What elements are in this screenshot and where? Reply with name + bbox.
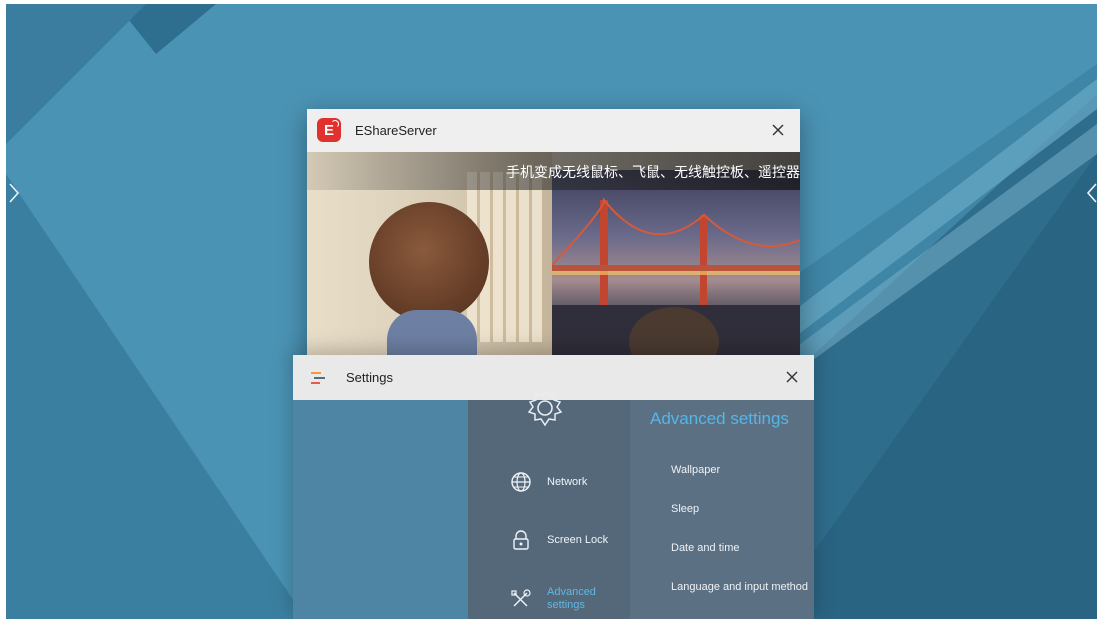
chevron-right-icon bbox=[9, 183, 20, 203]
globe-icon bbox=[508, 469, 534, 495]
preview-banner-text: 手机变成无线鼠标、飞鼠、无线触控板、遥控器 bbox=[506, 165, 800, 181]
menu-item-advanced-settings[interactable]: Advanced settings bbox=[508, 586, 607, 612]
eshare-app-preview[interactable]: 手机变成无线鼠标、飞鼠、无线触控板、遥控器 bbox=[307, 152, 800, 359]
settings-app-icon bbox=[307, 367, 329, 389]
settings-card-title: Settings bbox=[346, 370, 393, 385]
eshare-card-titlebar: E EShareServer bbox=[307, 109, 800, 152]
detail-item-date-and-time[interactable]: Date and time bbox=[671, 542, 739, 554]
eshare-card-title: EShareServer bbox=[355, 123, 437, 138]
eshare-close-button[interactable] bbox=[766, 118, 790, 142]
menu-item-advanced-settings-label: Advanced settings bbox=[547, 586, 596, 611]
nav-left-arrow[interactable] bbox=[4, 178, 24, 208]
detail-item-wallpaper[interactable]: Wallpaper bbox=[671, 464, 720, 476]
settings-close-button[interactable] bbox=[780, 365, 804, 389]
settings-left-pane bbox=[293, 400, 468, 619]
menu-item-network-label: Network bbox=[547, 475, 588, 488]
tools-icon bbox=[508, 586, 534, 612]
eshare-recent-card[interactable]: E EShareServer 手机变成无线鼠标、飞鼠、无线触控板、遥控器 bbox=[307, 109, 800, 359]
settings-detail-panel: Advanced settings Wallpaper Sleep Date a… bbox=[630, 400, 814, 619]
preview-person-body bbox=[387, 310, 477, 359]
preview-banner: 手机变成无线鼠标、飞鼠、无线触控板、遥控器 bbox=[307, 152, 800, 190]
settings-menu: Network Screen Lock Advanced settings bbox=[468, 389, 630, 619]
nav-right-arrow[interactable] bbox=[1082, 178, 1097, 208]
settings-recent-card[interactable]: Settings Network Screen Lock Advanced se… bbox=[293, 355, 814, 619]
settings-app-preview[interactable]: Network Screen Lock Advanced settings Ad… bbox=[293, 389, 814, 619]
preview-person-head bbox=[369, 202, 489, 322]
gear-icon bbox=[525, 388, 565, 428]
detail-heading: Advanced settings bbox=[650, 409, 789, 428]
menu-item-screen-lock-label: Screen Lock bbox=[547, 533, 609, 546]
eshare-app-icon: E bbox=[317, 118, 341, 142]
menu-item-screen-lock[interactable]: Screen Lock bbox=[508, 527, 608, 553]
close-icon bbox=[772, 124, 784, 136]
menu-item-network[interactable]: Network bbox=[508, 469, 587, 495]
chevron-left-icon bbox=[1086, 183, 1097, 203]
close-icon bbox=[786, 371, 798, 383]
detail-item-language-input[interactable]: Language and input method bbox=[671, 581, 808, 593]
detail-item-sleep[interactable]: Sleep bbox=[671, 503, 699, 515]
lock-icon bbox=[508, 527, 534, 553]
